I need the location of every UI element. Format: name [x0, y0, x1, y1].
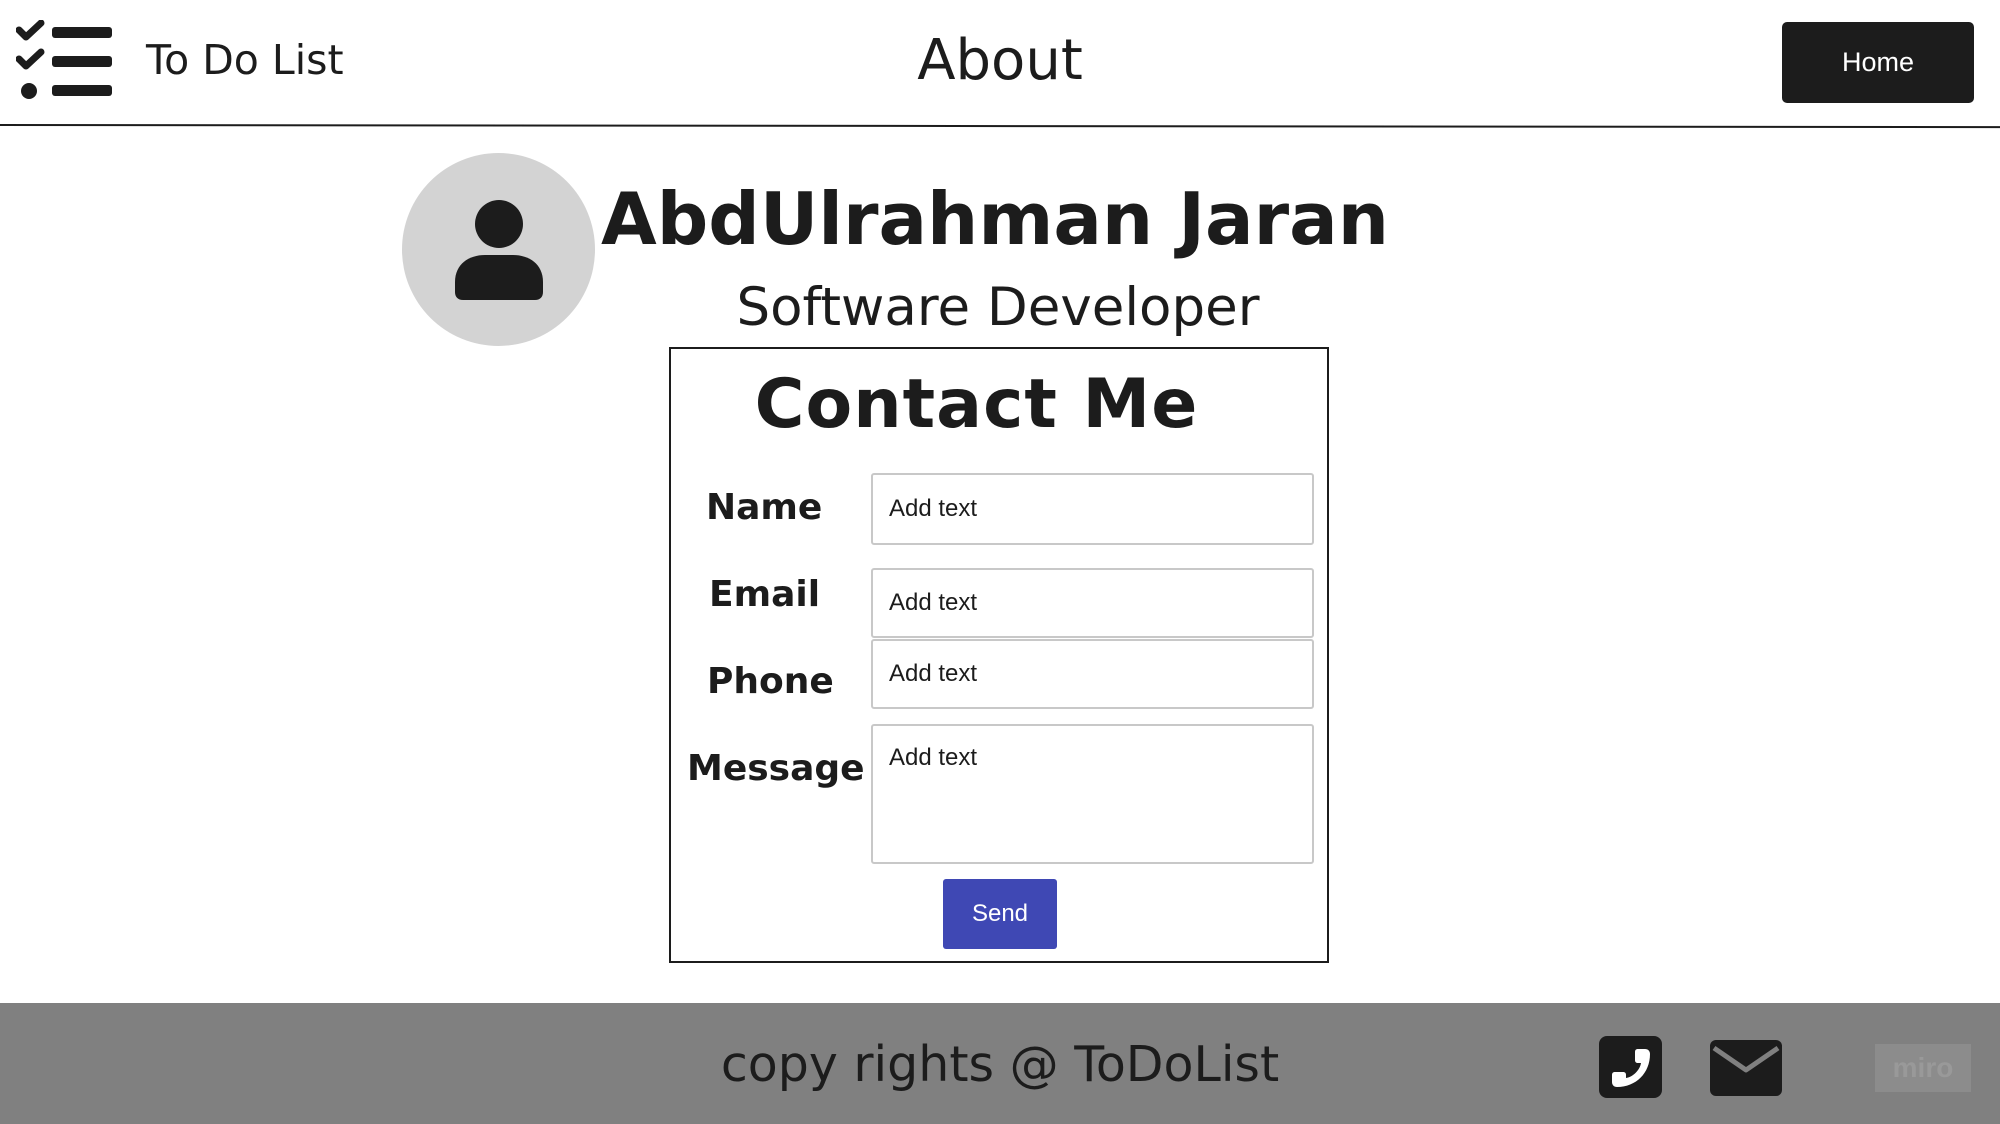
phone-button[interactable] [1599, 1036, 1662, 1098]
message-label: Message [687, 748, 865, 789]
page-title: About [917, 28, 1083, 93]
contact-title: Contact Me [754, 365, 1199, 444]
name-input[interactable] [871, 473, 1314, 545]
name-label: Name [706, 487, 823, 528]
email-label: Email [709, 574, 821, 615]
phone-input[interactable] [871, 639, 1314, 709]
envelope-icon[interactable] [1710, 1040, 1782, 1096]
email-input[interactable] [871, 568, 1314, 638]
profile-name: AbdUlrahman Jaran [601, 177, 1389, 261]
home-button[interactable]: Home [1782, 22, 1974, 103]
miro-badge: miro [1875, 1044, 1971, 1092]
header: To Do List About Home [0, 0, 2000, 125]
phone-icon [1612, 1049, 1650, 1087]
footer-copyright: copy rights @ ToDoList [720, 1036, 1280, 1093]
message-input[interactable] [871, 724, 1314, 864]
send-button[interactable]: Send [943, 879, 1057, 949]
phone-label: Phone [707, 661, 834, 702]
profile-role: Software Developer [736, 277, 1260, 338]
